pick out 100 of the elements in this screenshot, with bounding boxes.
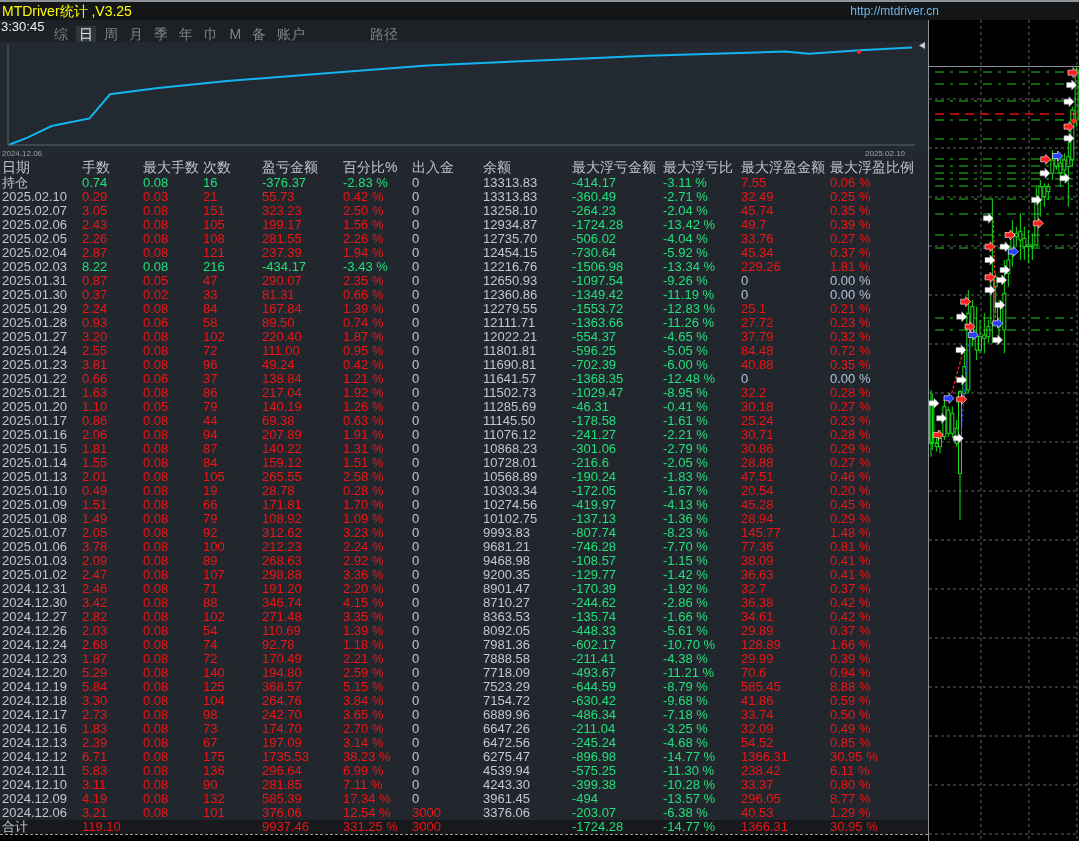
table-cell-text: -4.38 % <box>663 652 709 666</box>
table-cell-text: 9681.21 <box>483 540 531 554</box>
table-cell-text: 49.7 <box>741 218 768 232</box>
table-cell-text: 11641.57 <box>483 372 538 386</box>
table-cell-text: 0.87 <box>82 274 109 288</box>
table-cell-text: 67 <box>203 736 219 750</box>
table-cell-text: 3376.06 <box>483 806 531 820</box>
table-cell-text: 298.88 <box>262 568 303 582</box>
table-cell-text: 7.11 % <box>343 778 384 792</box>
table-cell-text: 0.25 % <box>830 190 872 204</box>
table-cell-text: 30.95 % <box>830 820 879 834</box>
tab[interactable]: 周 <box>101 26 122 42</box>
table-cell-text: -1.42 % <box>663 568 709 582</box>
tab[interactable]: 账户 <box>274 26 309 42</box>
website-link[interactable]: http://mtdriver.cn <box>850 3 939 19</box>
table-cell-text: -2.21 % <box>663 428 709 442</box>
table-cell-text: 持仓 <box>2 176 29 190</box>
table-cell-text: 2.68 <box>82 638 109 652</box>
table-cell-text: 1.49 <box>82 512 109 526</box>
table-cell-text: 13258.10 <box>483 204 539 218</box>
table-cell-text: 0.49 <box>82 484 109 498</box>
table-cell-text: 2.20 % <box>343 582 385 596</box>
tab[interactable]: 年 <box>176 26 197 42</box>
table-cell-text: 32.09 <box>741 722 775 736</box>
table-cell-text: 0.08 <box>143 708 170 722</box>
table-cell-text: 71 <box>203 582 219 596</box>
table-cell-text: 1.56 % <box>343 218 385 232</box>
table-cell-text: 159.12 <box>262 456 303 470</box>
table-cell-text: 0.08 <box>143 610 170 624</box>
table-cell-text: 0 <box>412 414 421 428</box>
table-cell-text: 3000 <box>412 820 442 834</box>
table-cell-text: 27.72 <box>741 316 775 330</box>
tab[interactable]: 巾 <box>201 26 222 42</box>
table-cell-text: -1.15 % <box>663 554 709 568</box>
table-cell-text: 271.48 <box>262 610 303 624</box>
arrow-marker-icon <box>953 433 964 444</box>
table-cell-text: 30.86 <box>741 442 775 456</box>
date-label: 2025.02.10 <box>865 149 906 157</box>
table-cell-text: 2.24 % <box>343 540 385 554</box>
table-cell-text: 7981.36 <box>483 638 531 652</box>
table-cell-text: 102 <box>203 610 226 624</box>
tab[interactable]: 路径 <box>367 26 402 42</box>
table-cell-text: -13.34 % <box>663 260 717 274</box>
table-cell-text: -1.36 % <box>663 512 709 526</box>
table-cell-text: -129.77 <box>572 568 618 582</box>
arrow-marker-icon <box>992 334 1003 346</box>
tab[interactable]: 月 <box>126 26 147 42</box>
table-cell-text: 6647.26 <box>483 722 531 736</box>
table-cell-text: 7154.72 <box>483 694 531 708</box>
tab[interactable]: M <box>226 26 245 42</box>
table-cell-text: 0.37 <box>82 288 109 302</box>
table-cell-text: 0 <box>412 358 421 372</box>
table-cell-text: 2024.12.27 <box>2 610 69 624</box>
table-cell-text: 0.94 % <box>830 666 872 680</box>
table-cell-text: 20.54 <box>741 484 775 498</box>
table-cell-text: 0 <box>412 470 421 484</box>
table-cell-text: -13.42 % <box>663 218 717 232</box>
table-cell-text: 1.94 % <box>343 246 385 260</box>
table-cell-text: 2025.02.03 <box>2 260 69 274</box>
table-cell-text: 29.89 <box>741 624 775 638</box>
table-cell-text: 84 <box>203 302 219 316</box>
table-cell-text: 199.17 <box>262 218 303 232</box>
table-cell-text: 585.45 <box>741 680 782 694</box>
table-cell-text: 0 <box>412 568 421 582</box>
table-cell-text: 174.70 <box>262 722 303 736</box>
table-cell-text: 0.05 <box>143 274 170 288</box>
tab[interactable]: 季 <box>151 26 172 42</box>
tab[interactable]: 日 <box>76 26 97 42</box>
table-cell-text: 11502.73 <box>483 386 538 400</box>
table-cell-text: -211.41 <box>572 652 617 666</box>
tab[interactable]: 备 <box>249 26 270 42</box>
table-cell-text: -494 <box>572 792 600 806</box>
table-cell-text: -11.21 % <box>663 666 716 680</box>
table-cell-text: 0.39 % <box>830 652 872 666</box>
table-cell-text: 140 <box>203 666 226 680</box>
table-cell-text: 0.41 % <box>830 554 872 568</box>
table-cell-text: 0.41 % <box>830 568 872 582</box>
tab[interactable]: 综 <box>51 26 72 42</box>
table-cell-text: 1.70 % <box>343 498 385 512</box>
table-cell-text: -486.34 <box>572 708 618 722</box>
table-cell-text: 72 <box>203 652 219 666</box>
table-cell-text: 44 <box>203 414 219 428</box>
table-cell-text: 2024.12.13 <box>2 736 69 750</box>
table-cell-text: 0.08 <box>143 470 170 484</box>
table-cell-text: 54 <box>203 624 219 638</box>
table-cell-text: 41.86 <box>741 694 775 708</box>
table-cell-text: 0 <box>412 596 421 610</box>
table-cell-text: 1.51 <box>82 498 109 512</box>
table-cell-text: 0.08 <box>143 344 170 358</box>
table-cell-text: 10568.89 <box>483 470 539 484</box>
table-cell-text: 197.09 <box>262 736 303 750</box>
table-cell-text: 108 <box>203 232 226 246</box>
table-cell-text: 0.08 <box>143 386 170 400</box>
table-cell-text: 0.08 <box>143 764 170 778</box>
table-cell-text: 81.31 <box>262 288 296 302</box>
table-cell-text: 7718.09 <box>483 666 531 680</box>
table-cell-text: 1.18 % <box>343 638 385 652</box>
table-cell-text: 296.64 <box>262 764 303 778</box>
table-cell-text: 10868.23 <box>483 442 539 456</box>
table-cell-text: 84 <box>203 456 219 470</box>
